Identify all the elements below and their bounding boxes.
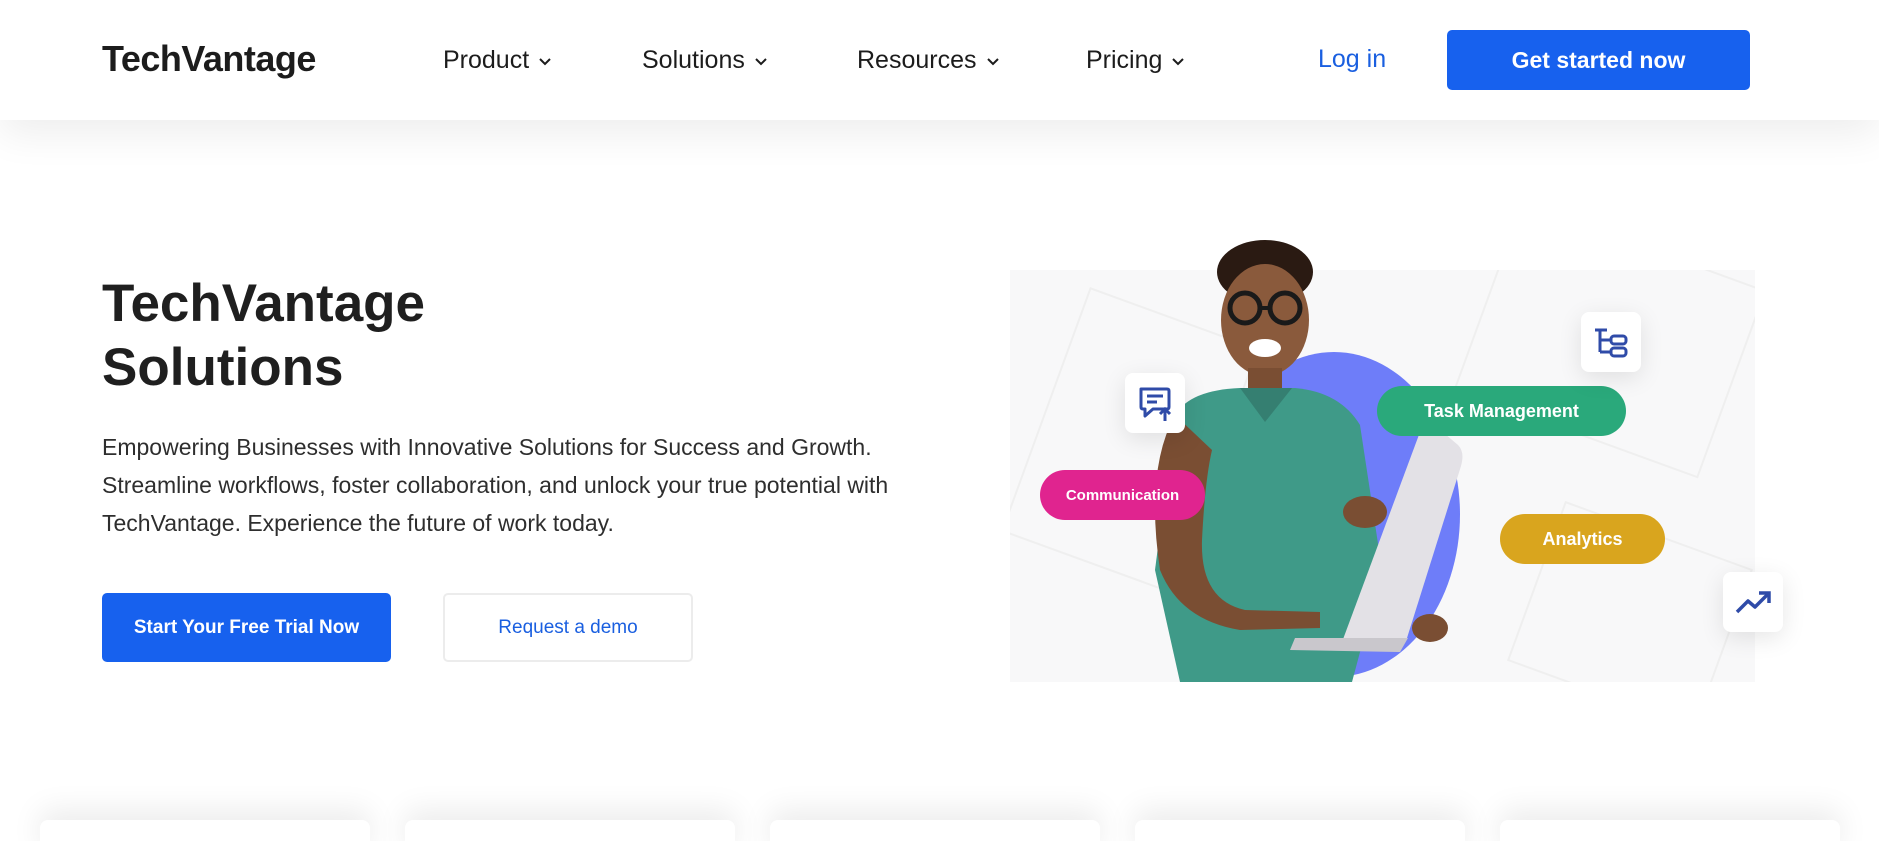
login-link[interactable]: Log in <box>1318 45 1386 74</box>
communication-tag: Communication <box>1040 470 1205 520</box>
person-with-laptop-image <box>1155 240 1463 682</box>
nav-item-label: Product <box>443 46 530 74</box>
nav-item-pricing[interactable]: Pricing <box>1086 46 1186 75</box>
start-free-trial-button[interactable]: Start Your Free Trial Now <box>102 593 391 662</box>
chevron-down-icon <box>755 57 767 65</box>
feature-card <box>1135 820 1465 841</box>
top-navigation: TechVantage Product Solutions Resources … <box>0 0 1879 120</box>
nav-item-resources[interactable]: Resources <box>857 46 1001 75</box>
hero-title: TechVantage Solutions <box>102 272 602 400</box>
hierarchy-icon <box>1581 312 1641 372</box>
nav-item-label: Pricing <box>1086 46 1163 74</box>
feature-card <box>1500 820 1840 841</box>
feature-card <box>770 820 1100 841</box>
nav-item-label: Resources <box>857 46 977 74</box>
nav-item-solutions[interactable]: Solutions <box>642 46 769 75</box>
nav-item-product[interactable]: Product <box>443 46 553 75</box>
chat-upload-icon <box>1125 373 1185 433</box>
hero-title-line: Solutions <box>102 338 344 397</box>
hero-description: Empowering Businesses with Innovative So… <box>102 434 889 536</box>
get-started-button[interactable]: Get started now <box>1447 30 1750 90</box>
chevron-down-icon <box>1172 57 1185 65</box>
brand-logo[interactable]: TechVantage <box>102 38 316 80</box>
chevron-down-icon <box>539 57 551 65</box>
chevron-down-icon <box>986 57 999 65</box>
request-demo-button[interactable]: Request a demo <box>443 593 693 662</box>
decorative-outline <box>1453 270 1755 479</box>
hero-title-line: TechVantage <box>102 274 426 333</box>
trending-up-icon <box>1723 572 1783 632</box>
analytics-tag: Analytics <box>1500 514 1665 564</box>
feature-card <box>405 820 735 841</box>
feature-card <box>40 820 370 841</box>
task-management-tag: Task Management <box>1377 386 1626 436</box>
nav-item-label: Solutions <box>642 46 745 74</box>
